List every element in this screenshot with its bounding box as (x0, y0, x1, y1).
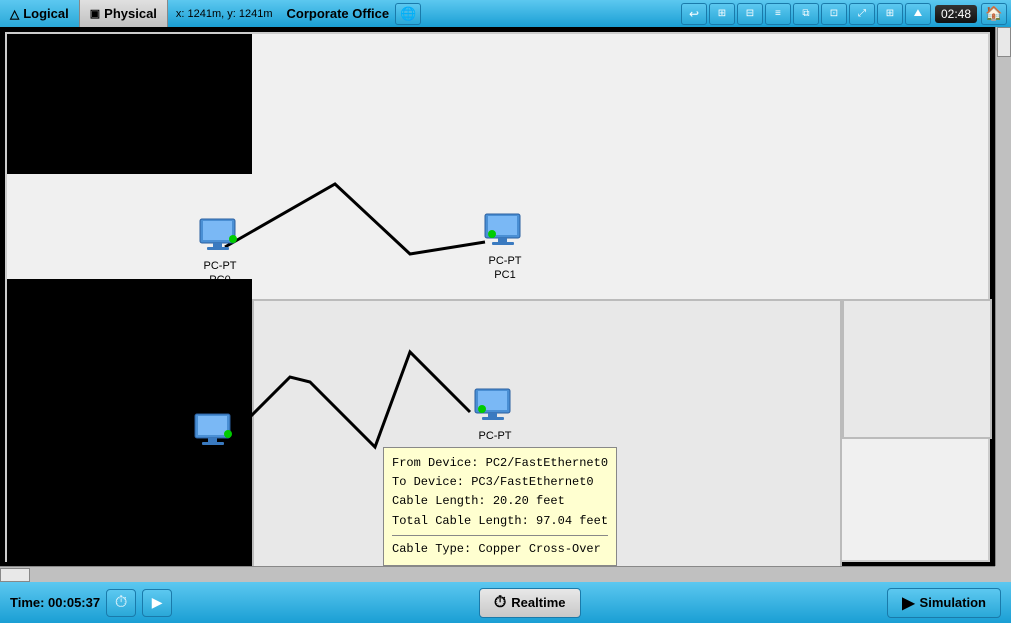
pc0-svg (195, 217, 245, 257)
undo-btn[interactable]: ↩ (681, 3, 707, 25)
pc2-svg (190, 412, 240, 452)
time-icon-btn[interactable]: ⏱ (106, 589, 136, 617)
tooltip-separator (392, 535, 608, 536)
pc3-label: PC-PT PC-PT (479, 429, 512, 443)
pc3-icon (470, 387, 520, 427)
device-pc0[interactable]: PC-PT PC0 (185, 217, 255, 288)
tab-logical-label: Logical (23, 6, 69, 21)
location-label: Corporate Office (281, 6, 396, 21)
mountain-btn[interactable]: ⛰ (905, 3, 931, 25)
statusbar: Time: 00:05:37 ⏱ ▶ ⏱ Realtime ▶ Simulati… (0, 582, 1011, 623)
device-pc2[interactable]: PC-PT PC2 (180, 412, 250, 483)
physical-tab-icon: ▣ (90, 7, 100, 20)
arrows-btn[interactable]: ⤢ (849, 3, 875, 25)
time-display: 02:48 (935, 5, 977, 23)
scrollbar-vertical[interactable] (995, 27, 1011, 582)
tooltip-line1: From Device: PC2/FastEthernet0 (392, 454, 608, 473)
simulation-icon: ▶ (902, 593, 914, 613)
tooltip-line2: To Device: PC3/FastEthernet0 (392, 473, 608, 492)
scrollbar-v-thumb[interactable] (997, 27, 1011, 57)
tab-physical-label: Physical (104, 6, 157, 21)
pc1-svg (480, 212, 530, 252)
home-btn[interactable]: 🏠 (981, 3, 1007, 25)
pc3-label-line1: PC-PT (479, 429, 512, 443)
device-pc1[interactable]: PC-PT PC1 (470, 212, 540, 283)
realtime-icon: ⏱ (494, 594, 506, 612)
coordinates-display: x: 1241m, y: 1241m (168, 8, 281, 20)
tooltip-line3: Cable Length: 20.20 feet (392, 492, 608, 511)
tab-logical[interactable]: △ Logical (0, 0, 79, 27)
list-btn[interactable]: ≡ (765, 3, 791, 25)
grid2-btn[interactable]: ⊟ (737, 3, 763, 25)
merge-btn[interactable]: ⊡ (821, 3, 847, 25)
simulation-btn[interactable]: ▶ Simulation (887, 588, 1001, 618)
scroll-corner (995, 566, 1011, 582)
realtime-label: Realtime (511, 595, 565, 610)
cable-tooltip[interactable]: From Device: PC2/FastEthernet0 To Device… (383, 447, 617, 566)
pc2-label: PC-PT PC2 (199, 454, 232, 483)
toolbar: △ Logical ▣ Physical x: 1241m, y: 1241m … (0, 0, 1011, 27)
tab-physical[interactable]: ▣ Physical (79, 0, 168, 27)
black-region-top (7, 34, 252, 174)
scrollbar-h-thumb[interactable] (0, 568, 30, 582)
scrollbar-horizontal[interactable] (0, 566, 995, 582)
play-btn[interactable]: ▶ (142, 589, 172, 617)
pc3-svg (470, 387, 520, 427)
right-corridor (842, 299, 992, 439)
status-time: Time: 00:05:37 (10, 595, 100, 610)
pc1-label: PC-PT PC1 (489, 254, 522, 283)
split-btn[interactable]: ⧉ (793, 3, 819, 25)
grid1-btn[interactable]: ⊞ (709, 3, 735, 25)
toolbar-icons: ↩ ⊞ ⊟ ≡ ⧉ ⊡ ⤢ ⊞ ⛰ 02:48 🏠 (681, 3, 1011, 25)
realtime-btn[interactable]: ⏱ Realtime (479, 588, 581, 618)
canvas-area: PC-PT PC0 PC-PT PC1 (0, 27, 1011, 582)
pc1-icon (480, 212, 530, 252)
location-icon-btn[interactable]: 🌐 (395, 3, 421, 25)
device-pc3[interactable]: PC-PT PC-PT (460, 387, 530, 443)
pc0-icon (195, 217, 245, 257)
pc0-label: PC-PT PC0 (204, 259, 237, 288)
logical-tab-icon: △ (10, 7, 19, 21)
tooltip-line4: Total Cable Length: 97.04 feet (392, 512, 608, 531)
simulation-label: Simulation (920, 595, 986, 610)
tooltip-line5: Cable Type: Copper Cross-Over (392, 540, 608, 559)
quad-btn[interactable]: ⊞ (877, 3, 903, 25)
pc2-icon (190, 412, 240, 452)
